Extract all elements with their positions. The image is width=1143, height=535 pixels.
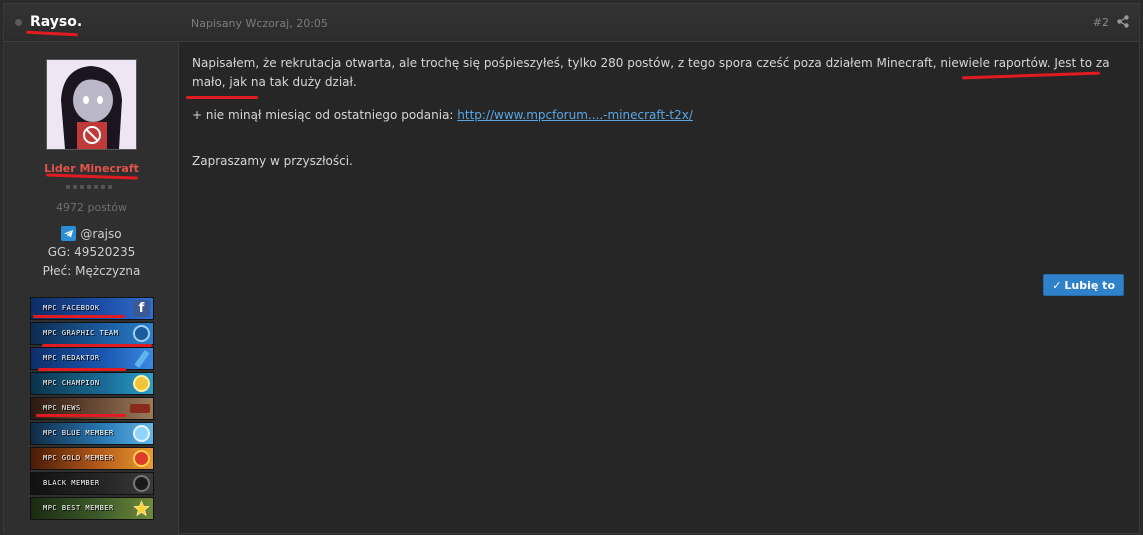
checkmark-icon: ✓ [1052, 278, 1062, 292]
post-content: Napisałem, że rekrutacja otwarta, ale tr… [192, 54, 1112, 185]
badge-mpc-graphic-team: MPC GRAPHIC TEAM [30, 322, 154, 345]
badge-black-member: BLACK MEMBER [30, 472, 154, 495]
dark-star-icon [133, 475, 150, 492]
annotation-underline [42, 344, 152, 347]
author-name-link[interactable]: Rayso. [30, 14, 82, 30]
blue-star-icon [133, 425, 150, 442]
author-sidebar: Lider Minecraft 4972 postów @rajso GG: 4… [4, 42, 179, 535]
star-icon [133, 500, 150, 517]
post-paragraph: + nie minął miesiąc od ostatniego podani… [192, 108, 693, 122]
rank-pips [66, 185, 112, 189]
facebook-icon: f [133, 300, 150, 317]
post-paragraph: Napisałem, że rekrutacja otwarta, ale tr… [192, 56, 1110, 89]
megaphone-icon [130, 404, 150, 413]
trophy-icon [133, 375, 150, 392]
gg-number: GG: 49520235 [47, 245, 136, 259]
telegram-handle: @rajso [80, 226, 122, 241]
post-date: Napisany Wczoraj, 20:05 [191, 17, 328, 30]
share-icon[interactable] [1117, 15, 1129, 28]
post-number-link[interactable]: #2 [1093, 16, 1109, 29]
avatar[interactable] [46, 59, 137, 150]
previous-application-link[interactable]: http://www.mpcforum....-minecraft-t2x/ [457, 108, 693, 122]
avatar-image [47, 60, 136, 149]
forum-post: Rayso. Napisany Wczoraj, 20:05 #2 Lider … [3, 3, 1140, 535]
post-header: Rayso. Napisany Wczoraj, 20:05 #2 [4, 4, 1139, 42]
post-paragraph: Zapraszamy w przyszłości. [192, 154, 353, 168]
pencil-icon [134, 349, 150, 369]
badge-mpc-gold-member: MPC GOLD MEMBER [30, 447, 154, 470]
badge-mpc-blue-member: MPC BLUE MEMBER [30, 422, 154, 445]
telegram-field: @rajso [4, 226, 179, 241]
badge-list: MPC FACEBOOK f MPC GRAPHIC TEAM MPC REDA… [30, 297, 154, 522]
post-count: 4972 postów [56, 201, 127, 214]
badge-mpc-redaktor: MPC REDAKTOR [30, 347, 154, 370]
badge-mpc-champion: MPC CHAMPION [30, 372, 154, 395]
annotation-underline [33, 315, 125, 318]
annotation-underline [186, 96, 258, 99]
annotation-underline [38, 368, 126, 371]
like-button[interactable]: ✓ Lubię to [1043, 274, 1124, 296]
telegram-icon [61, 226, 77, 241]
gold-star-icon [133, 450, 150, 467]
annotation-underline [36, 414, 126, 417]
diamond-icon [133, 325, 150, 342]
offline-status-icon [15, 19, 22, 26]
badge-mpc-best-member: MPC BEST MEMBER [30, 497, 154, 520]
group-name: Lider Minecraft [44, 162, 139, 175]
gender-field: Płeć: Mężczyzna [42, 264, 141, 278]
